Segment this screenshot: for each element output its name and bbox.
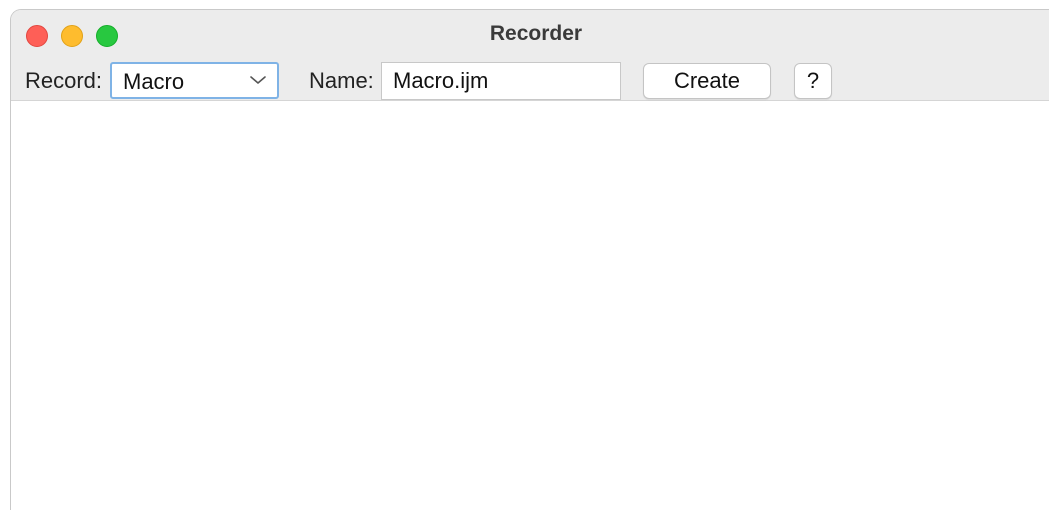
name-field[interactable] (381, 62, 621, 100)
help-button[interactable]: ? (794, 63, 832, 99)
recorder-window: Recorder Record: Macro Name: Create ? (10, 9, 1049, 510)
title-bar: Recorder (11, 10, 1049, 61)
record-label: Record: (25, 68, 103, 93)
window-title: Recorder (489, 22, 583, 45)
name-input[interactable] (382, 63, 620, 99)
record-type-selected-value: Macro (123, 69, 185, 94)
name-label: Name: (309, 68, 374, 93)
recorder-text-area[interactable] (11, 101, 1049, 510)
record-type-select[interactable]: Macro (110, 62, 279, 99)
toolbar: Record: Macro Name: Create ? (11, 61, 1049, 101)
create-button[interactable]: Create (643, 63, 771, 99)
chevron-down-icon (250, 76, 266, 84)
